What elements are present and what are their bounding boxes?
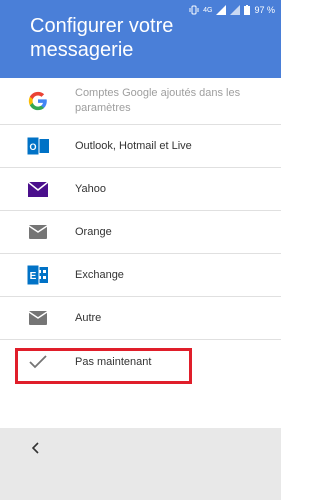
svg-text:O: O <box>29 142 36 152</box>
list-item-label: Outlook, Hotmail et Live <box>75 140 192 152</box>
exchange-icon: E <box>26 263 50 287</box>
chevron-left-icon <box>31 441 40 459</box>
list-item-google[interactable]: Comptes Google ajoutés dans les paramètr… <box>0 78 281 125</box>
list-item-outlook[interactable]: O Outlook, Hotmail et Live <box>0 125 281 168</box>
outlook-icon: O <box>26 134 50 158</box>
app-header: 4G 97 % Configurer votre messagerie <box>0 0 281 78</box>
list-item-label: Orange <box>75 226 112 238</box>
highlight-box <box>15 348 192 384</box>
list-item-label: Exchange <box>75 269 124 281</box>
page-title: Configurer votre messagerie <box>30 15 174 61</box>
network-type: 4G <box>203 6 213 14</box>
list-item-label: Comptes Google ajoutés dans les paramètr… <box>75 87 241 114</box>
list-item-label: Yahoo <box>75 183 106 195</box>
bottom-nav-bar <box>0 428 281 500</box>
back-button[interactable] <box>28 442 44 458</box>
google-icon <box>26 89 50 113</box>
list-item-yahoo[interactable]: Yahoo <box>0 168 281 211</box>
list-item-exchange[interactable]: E Exchange <box>0 254 281 297</box>
account-type-list: Comptes Google ajoutés dans les paramètr… <box>0 78 281 383</box>
mail-icon <box>26 306 50 330</box>
yahoo-mail-icon <box>26 177 50 201</box>
svg-text:E: E <box>30 271 37 282</box>
mail-icon <box>26 220 50 244</box>
list-item-label: Autre <box>75 312 102 324</box>
list-item-autre[interactable]: Autre <box>0 297 281 340</box>
list-item-orange[interactable]: Orange <box>0 211 281 254</box>
